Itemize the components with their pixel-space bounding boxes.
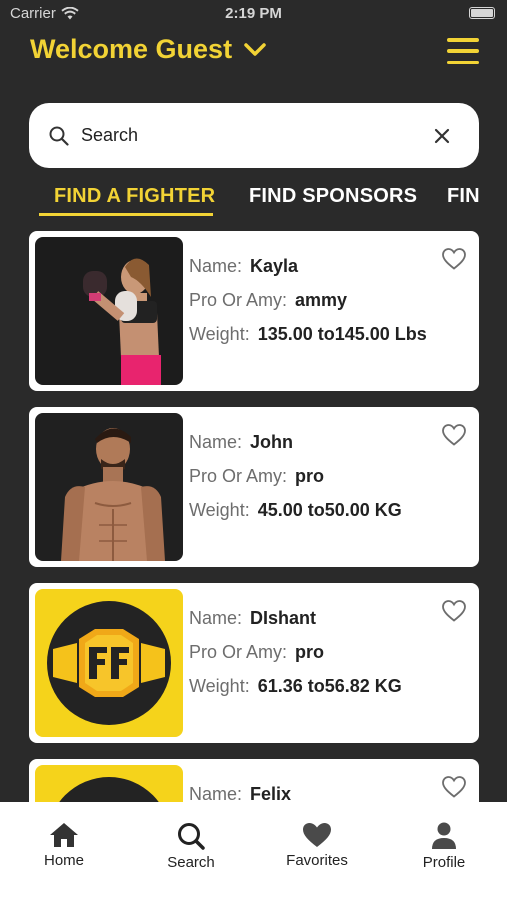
fighter-info: Name: Kayla Pro Or Amy: ammy Weight: 135.00… (189, 249, 427, 351)
fighter-weight: 135.00 to145.00 Lbs (257, 324, 427, 344)
fighter-card[interactable]: Name: Kayla Pro Or Amy: ammy Weight: 135.00… (29, 231, 479, 391)
tabbar-profile[interactable]: Profile (394, 822, 494, 871)
pro-label: Pro Or Amy: (189, 642, 288, 662)
fighter-pro: pro (295, 466, 325, 486)
ff-logo-image (35, 589, 183, 737)
ff-logo-image (35, 765, 183, 802)
name-label: Name: (189, 432, 243, 452)
heart-icon[interactable] (441, 599, 467, 623)
welcome-dropdown[interactable]: Welcome Guest (30, 34, 266, 65)
name-label: Name: (189, 784, 243, 802)
status-time: 2:19 PM (225, 5, 282, 22)
fighter-photo (35, 237, 183, 385)
heart-icon[interactable] (441, 775, 467, 799)
search-input[interactable]: Search (81, 125, 431, 146)
category-tabs: FIND A FIGHTER FIND SPONSORS FIN (0, 183, 507, 219)
chevron-down-icon (244, 42, 266, 56)
search-bar[interactable]: Search (29, 103, 479, 168)
fighter-name: Kayla (250, 256, 299, 276)
fighter-weight: 45.00 to50.00 KG (257, 500, 402, 520)
tab-find-sponsors[interactable]: FIND SPONSORS (249, 185, 417, 208)
tabbar-home-label: Home (43, 852, 84, 869)
heart-icon[interactable] (441, 423, 467, 447)
tabbar-favorites-label: Favorites (286, 852, 348, 869)
status-bar: Carrier 2:19 PM (0, 0, 507, 28)
battery-icon (469, 7, 495, 19)
search-icon (49, 126, 69, 146)
tabbar-profile-label: Profile (422, 854, 466, 871)
fighter-pro: ammy (295, 290, 348, 310)
name-label: Name: (189, 608, 243, 628)
welcome-title: Welcome Guest (30, 34, 233, 64)
profile-icon (432, 822, 456, 849)
bottom-tab-bar: Home Search Favorites Profile (0, 802, 507, 900)
search-icon (178, 823, 205, 850)
fighter-info: Name: Felix (189, 777, 291, 802)
home-icon (50, 823, 78, 847)
header: Welcome Guest (0, 30, 507, 74)
fighter-card[interactable]: Name: John Pro Or Amy: pro Weight: 45.00 to… (29, 407, 479, 567)
fighter-weight: 61.36 to56.82 KG (257, 676, 402, 696)
weight-label: Weight: (189, 676, 250, 696)
fighter-card[interactable]: Name: Felix (29, 759, 479, 802)
fighter-info: Name: John Pro Or Amy: pro Weight: 45.00 to… (189, 425, 402, 527)
menu-icon[interactable] (447, 38, 479, 64)
pro-label: Pro Or Amy: (189, 466, 288, 486)
fighter-list: Name: Kayla Pro Or Amy: ammy Weight: 135.00… (0, 231, 507, 802)
pro-label: Pro Or Amy: (189, 290, 288, 310)
tabbar-home[interactable]: Home (14, 822, 114, 869)
fighter-card[interactable]: Name: DIshant Pro Or Amy: pro Weight: 61.36… (29, 583, 479, 743)
fighter-pro: pro (295, 642, 325, 662)
tabbar-search[interactable]: Search (141, 822, 241, 871)
fighter-name: Felix (250, 784, 292, 802)
fighter-name: DIshant (250, 608, 317, 628)
clear-search-button[interactable] (431, 125, 453, 147)
weight-label: Weight: (189, 324, 250, 344)
tabbar-favorites[interactable]: Favorites (267, 822, 367, 869)
tabbar-search-label: Search (167, 854, 215, 871)
fighter-photo (35, 413, 183, 561)
heart-icon (303, 823, 331, 847)
weight-label: Weight: (189, 500, 250, 520)
fighter-info: Name: DIshant Pro Or Amy: pro Weight: 61.36… (189, 601, 402, 703)
heart-icon[interactable] (441, 247, 467, 271)
close-icon (434, 128, 450, 143)
tab-more[interactable]: FIN (447, 185, 480, 208)
tab-find-a-fighter[interactable]: FIND A FIGHTER (54, 185, 215, 208)
active-tab-indicator (39, 213, 213, 216)
fighter-name: John (250, 432, 294, 452)
name-label: Name: (189, 256, 243, 276)
